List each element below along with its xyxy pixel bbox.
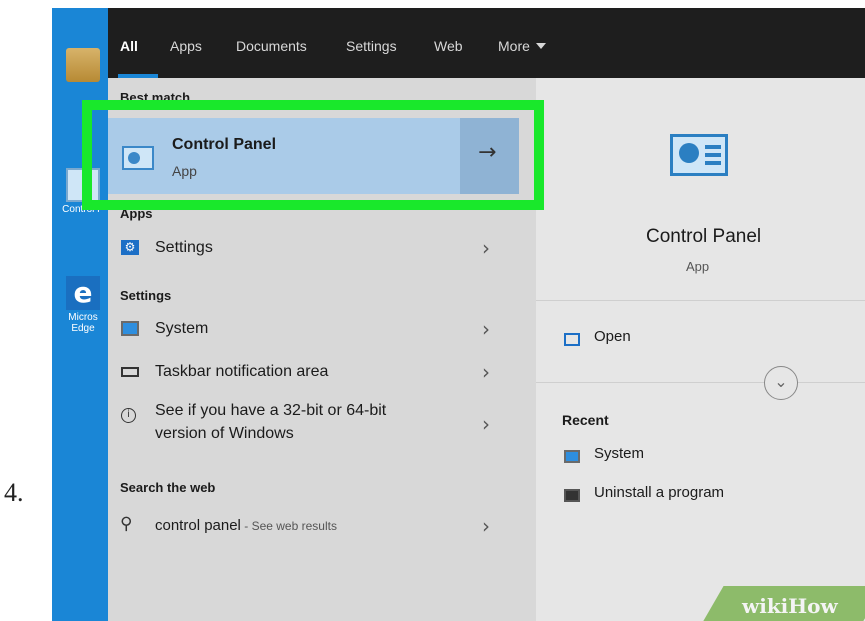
- section-settings: Settings: [120, 288, 172, 303]
- details-subtitle: App: [686, 259, 710, 274]
- tab-more-label: More: [498, 38, 530, 54]
- divider: [536, 300, 865, 301]
- monitor-icon: [564, 450, 580, 463]
- result-web-search[interactable]: ⚲ control panel - See web results ›: [108, 508, 536, 544]
- result-32-64-bit[interactable]: i See if you have a 32-bit or 64-bit ver…: [108, 398, 536, 458]
- watermark-logo: wikiHow: [742, 594, 838, 618]
- chevron-right-icon[interactable]: ›: [482, 412, 490, 436]
- details-pane: Control Panel App Open ⌄ Recent System U…: [536, 78, 865, 621]
- desktop-icon-edge[interactable]: e Micros Edge: [56, 276, 110, 334]
- monitor-icon: [121, 321, 139, 336]
- tab-documents[interactable]: Documents: [236, 38, 307, 54]
- result-system[interactable]: System ›: [108, 311, 536, 347]
- result-label: System: [155, 320, 209, 337]
- tab-more[interactable]: More: [498, 38, 546, 54]
- result-label: Settings: [155, 239, 213, 256]
- edge-icon: e: [66, 276, 100, 310]
- folder-icon: [66, 48, 100, 82]
- step-number: 4.: [4, 478, 24, 507]
- desktop-icon-label: Micros Edge: [68, 312, 98, 334]
- result-label-line2: version of Windows: [155, 425, 294, 442]
- result-taskbar-notification-area[interactable]: Taskbar notification area ›: [108, 354, 536, 390]
- search-tabs-bar: All Apps Documents Settings Web More: [108, 8, 865, 78]
- web-query-suffix: - See web results: [240, 519, 337, 533]
- taskbar-icon: [121, 367, 139, 377]
- tab-settings[interactable]: Settings: [346, 38, 397, 54]
- control-panel-icon: [670, 134, 728, 176]
- tab-all[interactable]: All: [120, 38, 138, 54]
- tab-web[interactable]: Web: [434, 38, 463, 54]
- result-label: Taskbar notification area: [155, 363, 329, 380]
- chevron-right-icon[interactable]: ›: [482, 514, 490, 538]
- result-settings-app[interactable]: ⚙ Settings ›: [108, 230, 536, 266]
- section-search-the-web: Search the web: [120, 480, 216, 495]
- divider: [536, 382, 865, 383]
- tab-apps[interactable]: Apps: [170, 38, 202, 54]
- screenshot-frame: Control P e Micros Edge All Apps Documen…: [52, 8, 865, 621]
- info-icon: i: [121, 408, 136, 423]
- chevron-down-icon: [535, 43, 546, 49]
- open-action[interactable]: Open: [594, 328, 631, 345]
- recent-item-uninstall[interactable]: Uninstall a program: [594, 484, 724, 501]
- uninstall-icon: [564, 489, 580, 502]
- open-icon: [564, 333, 580, 346]
- recent-header: Recent: [562, 412, 609, 428]
- chevron-right-icon[interactable]: ›: [482, 360, 490, 384]
- desktop-icon-folder[interactable]: [56, 48, 110, 84]
- gear-icon: ⚙: [121, 240, 139, 255]
- web-query: control panel - See web results: [155, 517, 337, 534]
- chevron-right-icon[interactable]: ›: [482, 317, 490, 341]
- chevron-right-icon[interactable]: ›: [482, 236, 490, 260]
- recent-item-system[interactable]: System: [594, 445, 644, 462]
- result-label-line1: See if you have a 32-bit or 64-bit: [155, 402, 387, 419]
- search-icon: ⚲: [120, 514, 133, 534]
- web-query-text: control panel: [155, 517, 241, 534]
- details-title: Control Panel: [646, 226, 762, 247]
- green-highlight-box: [82, 100, 544, 210]
- expand-chevron-icon[interactable]: ⌄: [764, 366, 798, 400]
